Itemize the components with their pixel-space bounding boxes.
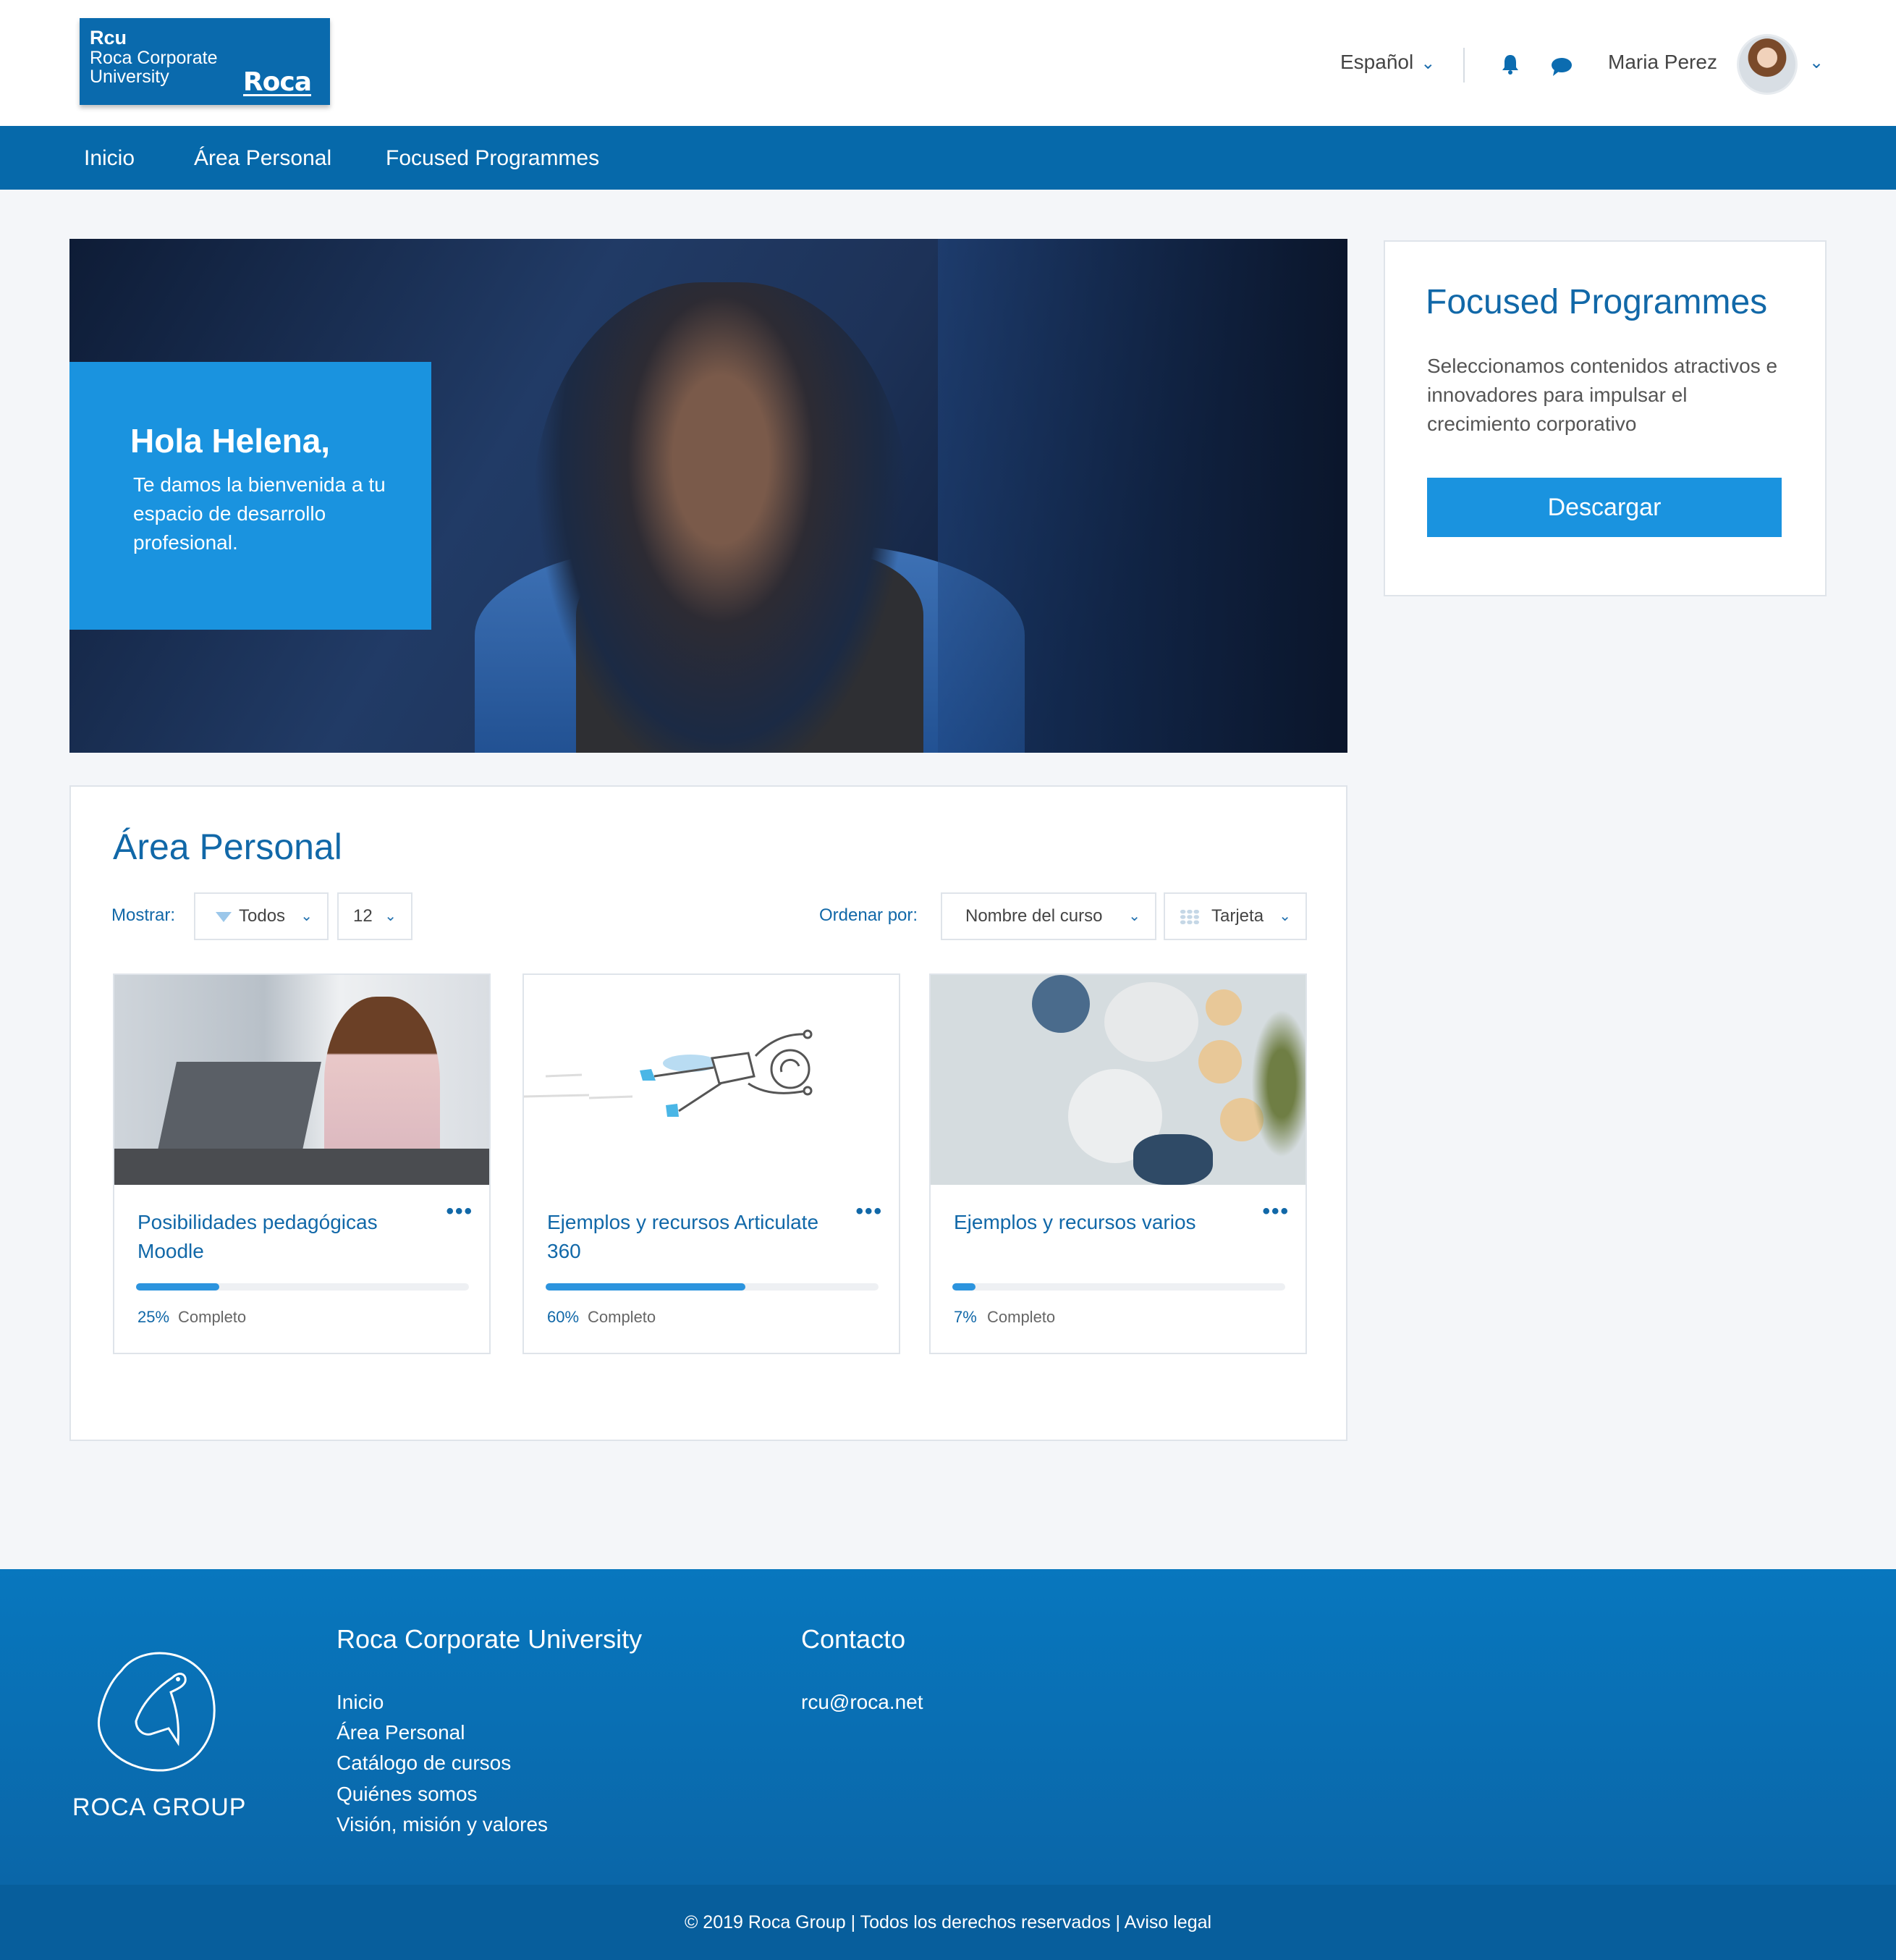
logo-name-line2: University: [90, 67, 169, 87]
progress-status: Completo: [987, 1308, 1056, 1326]
chat-icon[interactable]: [1550, 56, 1573, 77]
course-image: [524, 975, 899, 1185]
person-shape: [1032, 975, 1090, 1033]
footer-contact-email[interactable]: rcu@roca.net: [801, 1691, 923, 1714]
table-shape: [1104, 982, 1198, 1062]
chevron-down-icon: ⌄: [1279, 908, 1291, 924]
welcome-box: Hola Helena, Te damos la bienvenida a tu…: [69, 362, 431, 630]
progress-percent: 60%: [547, 1308, 580, 1326]
stool-shape: [1206, 989, 1242, 1026]
sort-value: Nombre del curso: [965, 906, 1103, 926]
count-value: 12: [353, 906, 373, 926]
focused-programmes-title: Focused Programmes: [1426, 283, 1768, 321]
main-nav: Inicio Área Personal Focused Programmes: [0, 126, 1896, 190]
chevron-down-icon[interactable]: ⌄: [1809, 52, 1824, 73]
more-options-icon[interactable]: •••: [446, 1199, 473, 1224]
course-image: [931, 975, 1305, 1185]
footer-brand: ROCA GROUP: [72, 1794, 247, 1821]
focused-programmes-text: Seleccionamos contenidos atractivos e in…: [1427, 355, 1778, 435]
sort-label: Ordenar por:: [819, 905, 918, 925]
progress-fill: [546, 1283, 745, 1291]
chevron-down-icon: ⌄: [1128, 908, 1140, 924]
count-dropdown[interactable]: 12 ⌄: [337, 892, 412, 940]
chevron-down-icon: ⌄: [1421, 54, 1436, 73]
user-name[interactable]: Maria Perez: [1608, 51, 1717, 74]
footer-col1-title: Roca Corporate University: [337, 1624, 643, 1654]
filter-value: Todos: [239, 906, 286, 926]
sort-dropdown[interactable]: Nombre del curso ⌄: [941, 892, 1156, 940]
bell-icon[interactable]: [1500, 54, 1520, 75]
course-card[interactable]: Ejemplos y recursos Articulate 360 ••• 6…: [522, 973, 900, 1354]
footer-link-inicio[interactable]: Inicio: [337, 1691, 384, 1714]
language-value: Español: [1340, 51, 1414, 73]
hero-figure-head: [533, 282, 909, 753]
nav-item-focused-programmes[interactable]: Focused Programmes: [386, 146, 599, 171]
top-header: Rcu Roca Corporate University Roca Españ…: [0, 0, 1896, 126]
progress-fill: [952, 1283, 976, 1291]
course-card[interactable]: Ejemplos y recursos varios ••• 7% Comple…: [929, 973, 1307, 1354]
course-card[interactable]: Posibilidades pedagógicas Moodle ••• 25%…: [113, 973, 491, 1354]
focused-programmes-card: Focused Programmes Seleccionamos conteni…: [1384, 240, 1827, 596]
logo-acronym: Rcu: [90, 27, 127, 48]
grid-icon: [1180, 908, 1200, 925]
logo-name-line1: Roca Corporate: [90, 48, 218, 68]
progress-status: Completo: [588, 1308, 656, 1326]
progress-fill: [136, 1283, 219, 1291]
roca-group-logo-icon: [98, 1652, 216, 1772]
nav-item-inicio[interactable]: Inicio: [84, 146, 135, 171]
site-footer: ROCA GROUP Roca Corporate University Ini…: [0, 1569, 1896, 1885]
more-options-icon[interactable]: •••: [1262, 1199, 1290, 1224]
footer-link-quienes-somos[interactable]: Quiénes somos: [337, 1783, 478, 1806]
chevron-down-icon: ⌄: [384, 908, 397, 924]
footer-link-catalogo[interactable]: Catálogo de cursos: [337, 1752, 511, 1775]
filter-dropdown[interactable]: Todos ⌄: [194, 892, 329, 940]
progress-bar: [952, 1283, 1285, 1291]
download-button[interactable]: Descargar: [1427, 478, 1782, 537]
welcome-subtitle: Te damos la bienvenida a tu espacio de d…: [133, 473, 386, 554]
rcu-logo[interactable]: Rcu Roca Corporate University Roca: [80, 18, 330, 105]
plant-shape: [1249, 1004, 1305, 1163]
progress-status: Completo: [178, 1308, 247, 1326]
progress-percent: 25%: [137, 1308, 170, 1326]
language-selector[interactable]: Español ⌄: [1340, 51, 1435, 74]
course-title[interactable]: Ejemplos y recursos Articulate 360: [547, 1208, 822, 1266]
hero-background-glow: [938, 239, 1347, 753]
course-title[interactable]: Ejemplos y recursos varios: [954, 1208, 1229, 1237]
user-avatar[interactable]: [1737, 34, 1798, 95]
show-label: Mostrar:: [111, 905, 176, 925]
area-personal-panel: Área Personal Mostrar: Todos ⌄ 12 ⌄ Orde…: [69, 785, 1347, 1441]
copyright-bar[interactable]: © 2019 Roca Group | Todos los derechos r…: [0, 1885, 1896, 1960]
view-value: Tarjeta: [1211, 906, 1264, 926]
view-dropdown[interactable]: Tarjeta ⌄: [1164, 892, 1307, 940]
more-options-icon[interactable]: •••: [855, 1199, 883, 1224]
welcome-title: Hola Helena,: [130, 422, 331, 460]
nav-item-area-personal[interactable]: Área Personal: [194, 146, 331, 171]
stool-shape: [1198, 1040, 1242, 1084]
header-divider: [1463, 48, 1465, 83]
chevron-down-icon: ⌄: [300, 908, 313, 924]
course-title[interactable]: Posibilidades pedagógicas Moodle: [137, 1208, 412, 1266]
progress-percent: 7%: [954, 1308, 977, 1326]
filter-icon: [216, 911, 232, 922]
table-shape: [114, 1149, 489, 1185]
progress-bar: [136, 1283, 469, 1291]
roca-brand: Roca: [242, 67, 312, 97]
logo-name: Roca Corporate University: [90, 48, 217, 86]
astronaut-illustration: [524, 1029, 813, 1117]
footer-link-area-personal[interactable]: Área Personal: [337, 1721, 465, 1744]
person-shape: [1133, 1134, 1213, 1185]
progress-bar: [546, 1283, 879, 1291]
area-personal-title: Área Personal: [113, 827, 342, 867]
footer-link-vision[interactable]: Visión, misión y valores: [337, 1813, 548, 1836]
course-image: [114, 975, 489, 1185]
footer-col2-title: Contacto: [801, 1624, 906, 1654]
